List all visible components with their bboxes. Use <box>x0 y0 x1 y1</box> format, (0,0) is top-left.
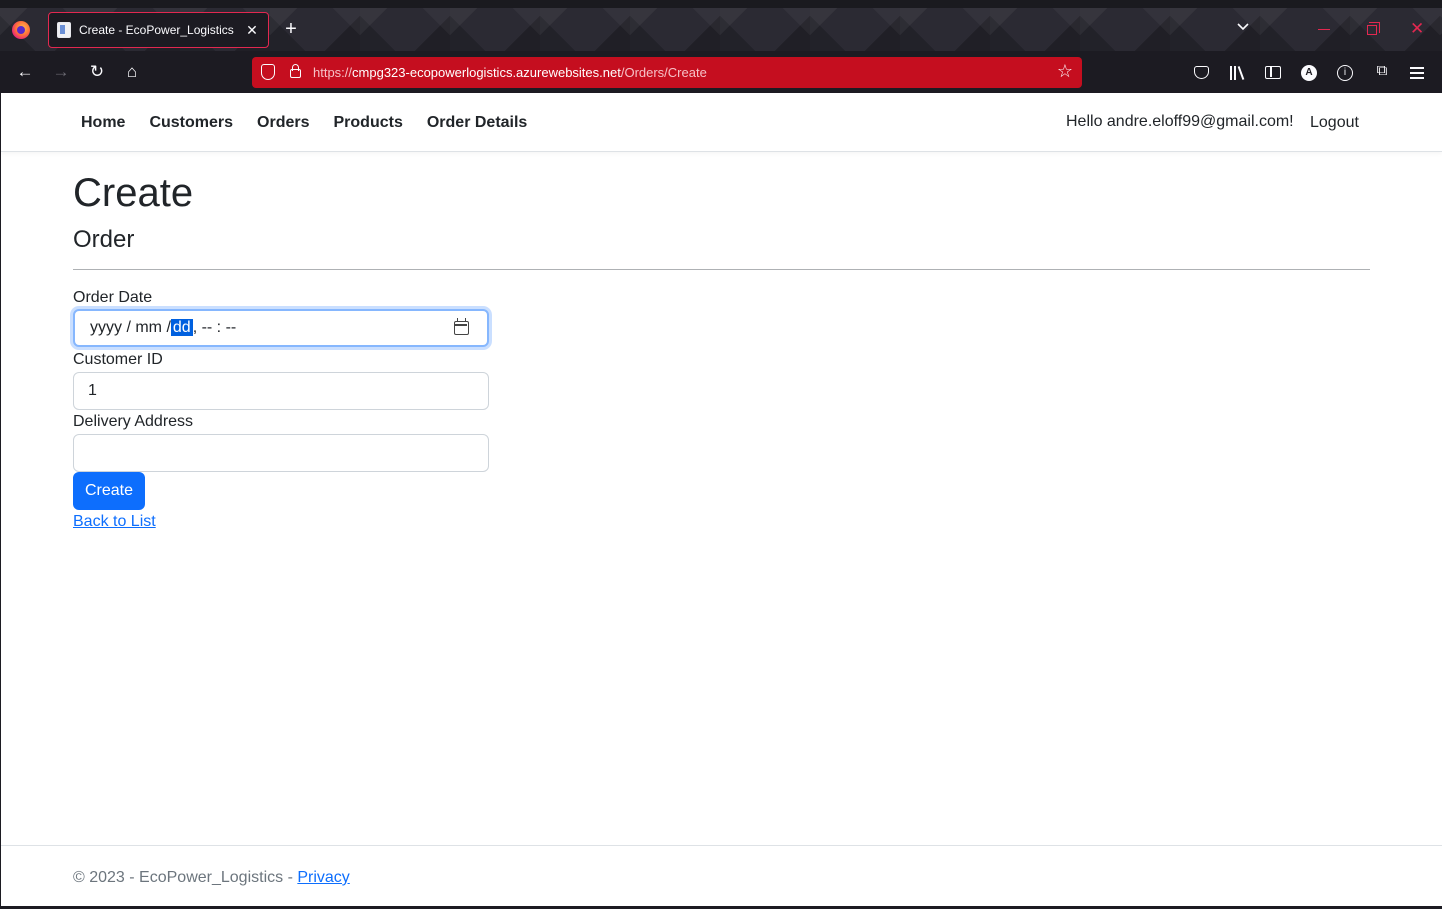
pocket-icon[interactable] <box>1194 66 1209 79</box>
site-footer: © 2023 - EcoPower_Logistics - Privacy <box>1 845 1442 906</box>
order-date-label: Order Date <box>73 289 153 306</box>
info-icon[interactable]: i <box>1337 65 1353 81</box>
account-icon[interactable]: A <box>1301 65 1317 81</box>
order-date-time[interactable]: , -- : -- <box>193 319 237 336</box>
firefox-icon[interactable] <box>12 21 30 39</box>
customer-id-input[interactable]: 1 <box>73 372 489 410</box>
order-date-month[interactable]: mm <box>135 319 162 336</box>
footer-text: © 2023 - EcoPower_Logistics - Privacy <box>73 869 350 887</box>
delivery-address-label: Delivery Address <box>73 413 194 430</box>
create-button[interactable]: Create <box>73 472 145 510</box>
site-header: Home Customers Orders Products Order Det… <box>1 93 1442 152</box>
nav-link-products[interactable]: Products <box>326 114 403 132</box>
tab-strip: Create - EcoPower_Logistics ✕ + ✕ <box>0 0 1442 51</box>
url-scheme: https:// <box>313 65 353 80</box>
restore-icon[interactable] <box>1367 22 1380 35</box>
app-menu-icon[interactable] <box>1410 67 1424 82</box>
tab-list-chevron-icon[interactable] <box>1236 20 1250 34</box>
reload-icon[interactable]: ↻ <box>87 63 107 81</box>
extensions-puzzle-icon[interactable]: ⧉ <box>1372 62 1392 80</box>
nav-link-home[interactable]: Home <box>73 114 125 132</box>
lock-icon[interactable] <box>290 64 301 78</box>
bookmark-star-icon[interactable]: ☆ <box>1057 61 1073 82</box>
user-greeting: Hello andre.eloff99@gmail.com! <box>1066 113 1294 130</box>
browser-tab-active[interactable]: Create - EcoPower_Logistics ✕ <box>48 12 269 48</box>
window-close-icon[interactable]: ✕ <box>1410 20 1424 38</box>
nav-link-orders[interactable]: Orders <box>249 114 309 132</box>
logout-button[interactable]: Logout <box>1310 114 1359 132</box>
customer-id-label: Customer ID <box>73 351 163 368</box>
url-path: /Orders/Create <box>620 65 707 80</box>
tab-title: Create - EcoPower_Logistics <box>79 23 234 37</box>
nav-link-order-details[interactable]: Order Details <box>419 114 527 132</box>
url-host: cmpg323-ecopowerlogistics.azurewebsites.… <box>352 65 621 80</box>
page-title: Create <box>73 171 194 215</box>
minimize-icon[interactable] <box>1318 29 1330 30</box>
home-icon[interactable]: ⌂ <box>122 63 142 81</box>
divider <box>73 269 1370 270</box>
site-nav: Home Customers Orders Products Order Det… <box>73 114 543 132</box>
url-text[interactable]: https://cmpg323-ecopowerlogistics.azurew… <box>313 65 707 80</box>
sidebar-icon[interactable] <box>1265 66 1281 79</box>
tab-close-icon[interactable]: ✕ <box>244 22 260 39</box>
back-to-list-link[interactable]: Back to List <box>73 513 156 531</box>
order-date-day[interactable]: dd <box>170 319 193 336</box>
page-icon <box>57 22 71 38</box>
browser-toolbar: ← → ↻ ⌂ https://cmpg323-ecopowerlogistic… <box>0 51 1442 93</box>
forward-arrow-icon[interactable]: → <box>51 63 71 81</box>
privacy-link[interactable]: Privacy <box>297 869 349 886</box>
nav-link-customers[interactable]: Customers <box>141 114 233 132</box>
page-subtitle: Order <box>73 226 135 253</box>
page-viewport: Home Customers Orders Products Order Det… <box>1 93 1442 906</box>
library-icon[interactable] <box>1230 66 1246 80</box>
order-date-separator: / <box>122 319 136 336</box>
back-arrow-icon[interactable]: ← <box>15 63 35 81</box>
delivery-address-input[interactable] <box>73 434 489 472</box>
order-date-separator: / <box>162 319 171 336</box>
copyright-text: © 2023 - EcoPower_Logistics - <box>73 869 298 886</box>
order-date-input[interactable]: yyyy / mm / dd, -- : -- <box>73 309 489 347</box>
new-tab-icon[interactable]: + <box>281 18 301 40</box>
order-date-year[interactable]: yyyy <box>90 319 122 336</box>
tracking-protection-shield-icon[interactable] <box>261 64 275 80</box>
address-bar[interactable]: https://cmpg323-ecopowerlogistics.azurew… <box>252 57 1082 88</box>
calendar-icon[interactable] <box>454 318 469 335</box>
window-top-edge <box>0 0 1442 8</box>
